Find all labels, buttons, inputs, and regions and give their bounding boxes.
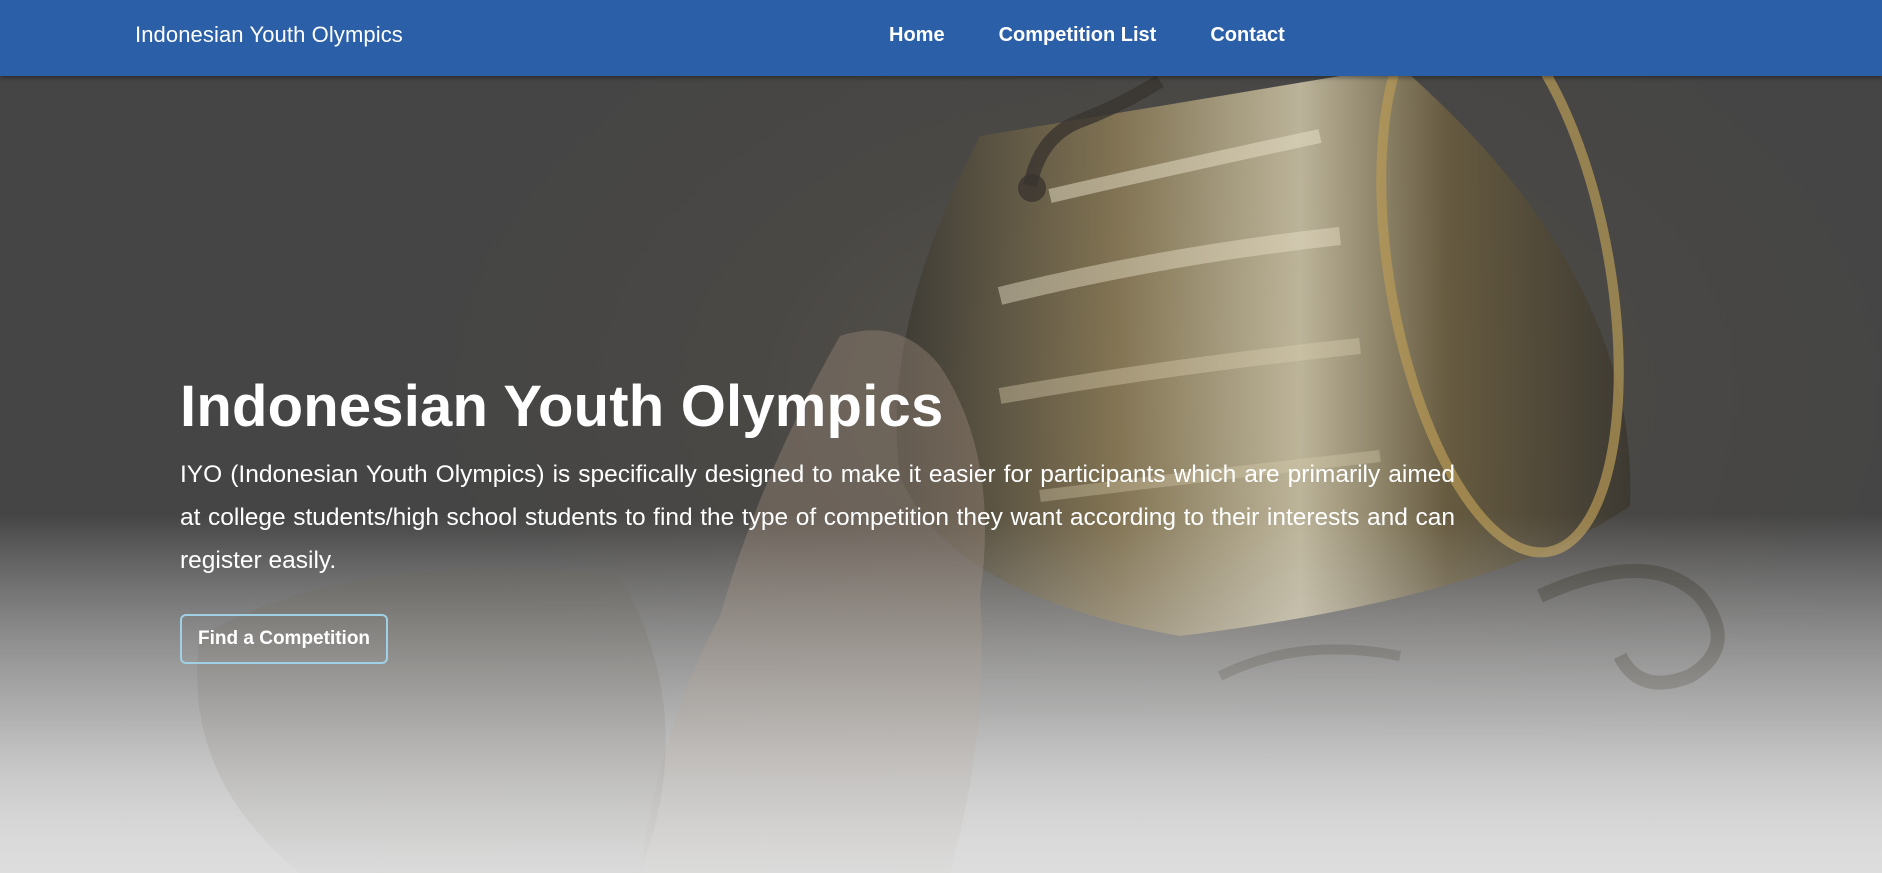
nav-link-home[interactable]: Home	[889, 24, 945, 47]
hero-description: IYO (Indonesian Youth Olympics) is speci…	[180, 460, 1455, 574]
find-competition-button[interactable]: Find a Competition	[180, 613, 389, 664]
hero-section: Indonesian Youth Olympics IYO (Indonesia…	[0, 76, 1882, 873]
brand-link[interactable]: Indonesian Youth Olympics	[135, 22, 403, 48]
nav-link-competition-list[interactable]: Competition List	[999, 24, 1157, 47]
nav-links: Home Competition List Contact	[889, 24, 1285, 47]
hero-content: Indonesian Youth Olympics IYO (Indonesia…	[180, 374, 1455, 664]
nav-link-contact[interactable]: Contact	[1210, 24, 1284, 47]
navbar: Indonesian Youth Olympics Home Competiti…	[0, 0, 1882, 76]
hero-title: Indonesian Youth Olympics	[180, 374, 944, 439]
